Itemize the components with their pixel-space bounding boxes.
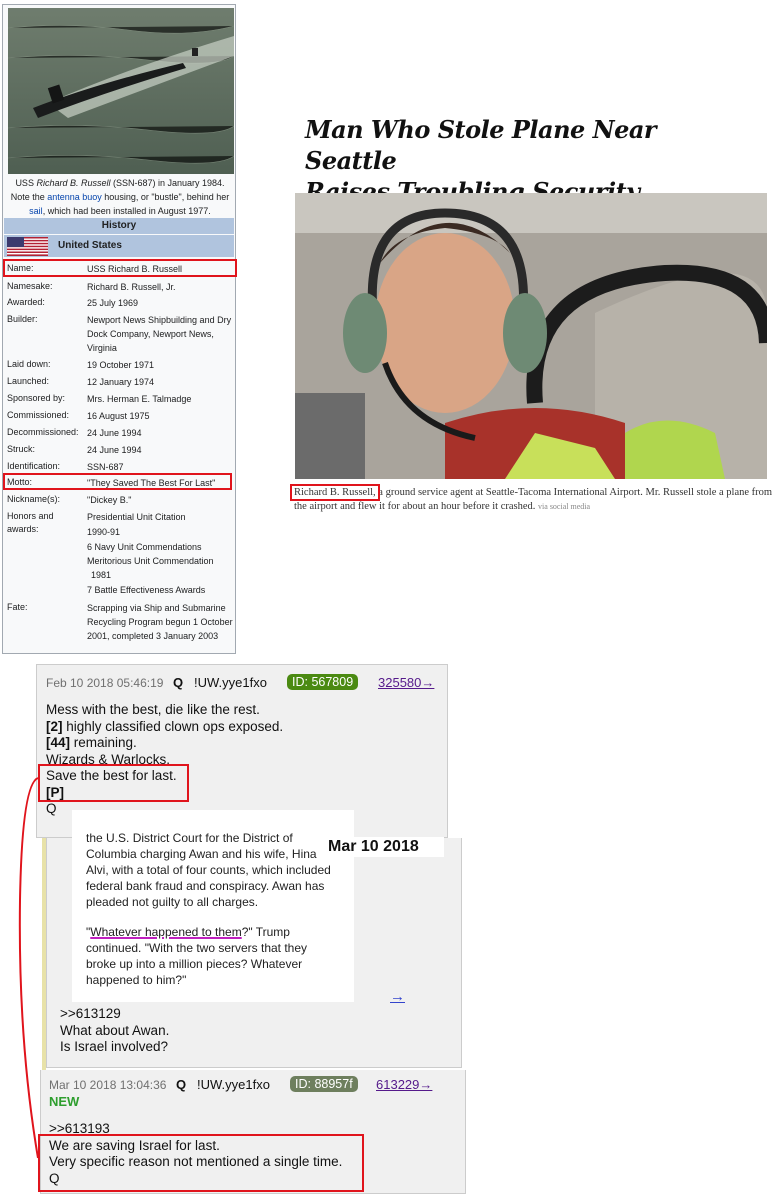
- field-value-nickname: "Dickey B.": [87, 495, 132, 505]
- post-line: Mess with the best, die like the rest.: [46, 702, 260, 717]
- headline-line: Man Who Stole Plane Near Seattle: [305, 115, 657, 175]
- poster-id-badge: ID: 567809: [287, 674, 359, 690]
- caption-text: (SSN-687) in January 1984.: [110, 178, 225, 188]
- honor-battle-link[interactable]: 7 Battle Effectiveness Awards: [87, 583, 235, 597]
- reply-body: >>613129 What about Awan. Is Israel invo…: [60, 1006, 169, 1056]
- tripcode: !UW.yye1fxo: [197, 1077, 270, 1092]
- namesake-link[interactable]: Richard B. Russell, Jr.: [87, 280, 235, 294]
- post-line-bold: [2]: [46, 718, 63, 734]
- quote-line: the U.S. District Court for the District…: [86, 831, 293, 845]
- post-line: What about Awan.: [60, 1022, 170, 1038]
- photo-credit: via social media: [538, 502, 591, 511]
- tripcode: !UW.yye1fxo: [194, 675, 267, 690]
- post-line: highly classified clown ops exposed.: [62, 718, 284, 734]
- quoted-article-text: the U.S. District Court for the District…: [86, 830, 352, 988]
- quote-line: federal bank fraud and conspiracy. Awan …: [86, 879, 325, 893]
- field-value-launched: 12 January 1974: [87, 377, 155, 387]
- poster-name: Q: [173, 675, 184, 690]
- caption-ship-name: Richard B. Russell: [36, 178, 111, 188]
- post-date: Feb 10 2018 05:46:19: [46, 676, 164, 690]
- highlight-name-box: [3, 259, 237, 277]
- caption-text: , which had been installed in August 197…: [42, 206, 211, 216]
- quote-line: Columbia charging Awan and his wife, Hin…: [86, 847, 317, 861]
- post-number-link[interactable]: 613229→: [376, 1077, 432, 1092]
- honor-meritorious-link[interactable]: Meritorious Unit Commendation: [87, 554, 235, 568]
- post-line: Is Israel involved?: [60, 1039, 169, 1054]
- us-flag-icon: [7, 237, 48, 256]
- field-value-identification: SSN-687: [87, 462, 124, 472]
- poster-id-badge: ID: 88957f: [290, 1076, 358, 1092]
- expand-arrow-link[interactable]: →: [390, 988, 405, 1005]
- post-line: remaining.: [70, 735, 137, 750]
- underlined-phrase: Whatever happened to them: [90, 925, 242, 939]
- selfie-photo: [295, 193, 767, 479]
- post-date: Mar 10 2018 13:04:36: [49, 1078, 167, 1092]
- country-name: United States: [58, 240, 122, 251]
- quote-line: pleaded not guilty to all charges.: [86, 895, 259, 909]
- sail-link[interactable]: sail: [29, 206, 43, 216]
- field-value-fate: Scrapping via Ship and Submarine Recycli…: [87, 603, 233, 641]
- caption-text: USS: [15, 178, 37, 188]
- date-overlay: Mar 10 2018: [328, 838, 419, 855]
- caption-text: Note the: [10, 192, 48, 202]
- highlight-israel-for-last-box: [38, 1134, 364, 1192]
- antenna-buoy-link[interactable]: antenna buoy: [47, 192, 102, 202]
- post-line-bold: [44]: [46, 735, 71, 750]
- honor-presidential-link[interactable]: Presidential Unit Citation: [87, 510, 235, 524]
- field-value-commissioned: 16 August 1975: [87, 411, 150, 421]
- field-label-honors: Honors and awards:: [7, 511, 54, 534]
- field-value-awarded: 25 July 1969: [87, 298, 139, 308]
- field-value-sponsored: Mrs. Herman E. Talmadge: [87, 394, 192, 404]
- connector-line: [18, 777, 39, 1159]
- field-value-decommissioned: 24 June 1994: [87, 428, 142, 438]
- poster-name: Q: [176, 1077, 187, 1092]
- quote-line: happened to him?": [86, 973, 187, 987]
- highlight-best-for-last-box: [38, 764, 189, 802]
- field-value-struck: 24 June 1994: [87, 445, 142, 455]
- reply-reference[interactable]: >>613129: [60, 1006, 169, 1023]
- photo-caption: USS Richard B. Russell (SSN-687) in Janu…: [6, 176, 234, 218]
- honor-year: 1981: [91, 570, 112, 580]
- field-value-laid-down: 19 October 1971: [87, 360, 155, 370]
- quote-line: ?" Trump: [241, 925, 290, 939]
- builder-link[interactable]: Newport News Shipbuilding and Dry Dock C…: [87, 313, 235, 355]
- highlight-nyt-name-box: [290, 484, 380, 501]
- quote-line: Alvi, with a total of four counts, which…: [86, 863, 331, 877]
- honor-navy-unit-link[interactable]: 6 Navy Unit Commendations: [87, 540, 235, 554]
- highlight-motto-box: [3, 473, 232, 490]
- quote-line: broke up into a million pieces? Whatever: [86, 957, 303, 971]
- honor-year: 1990-91: [87, 527, 121, 537]
- caption-text: housing, or "bustle", behind her: [101, 192, 230, 202]
- post-number-link[interactable]: 325580→: [378, 675, 434, 690]
- submarine-photo: [8, 8, 234, 174]
- history-header: History: [4, 218, 234, 234]
- quote-line: continued. "With the two servers that th…: [86, 941, 308, 955]
